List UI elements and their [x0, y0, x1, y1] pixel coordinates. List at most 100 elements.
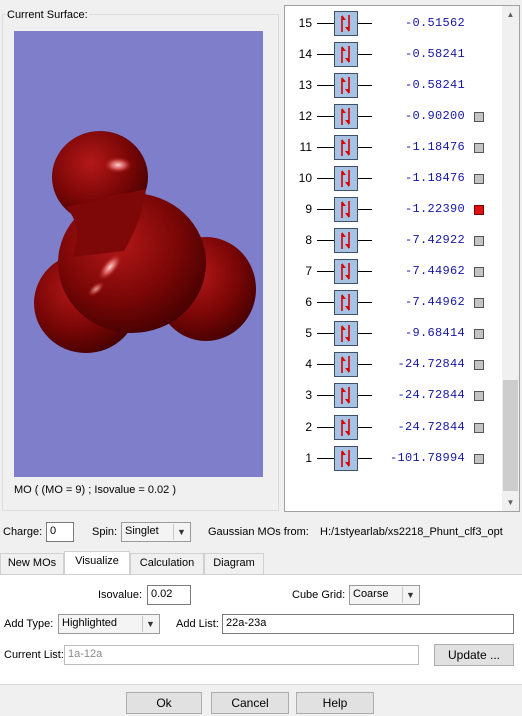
electron-pair-icon [334, 445, 358, 471]
electron-pair-icon [334, 166, 358, 192]
mo-energy-value: -101.78994 [389, 450, 465, 465]
mo-energy-value: -1.18476 [404, 171, 465, 186]
mo-number: 14 [298, 47, 312, 62]
isovalue-label: Isovalue: [98, 589, 143, 601]
electron-pair-icon [334, 197, 358, 223]
electron-pair-icon [334, 352, 358, 378]
isosurface-lobes [34, 131, 256, 353]
mo-energy-value: -7.44962 [404, 295, 465, 310]
mo-number: 15 [298, 16, 312, 30]
help-button[interactable]: Help [296, 692, 374, 714]
current-list-label: Current List: [4, 649, 64, 661]
mo-energy-value: -0.51562 [404, 16, 465, 30]
mo-row[interactable]: 13 -0.58241 [285, 71, 503, 102]
add-list-label: Add List: [176, 618, 219, 630]
add-list-field[interactable]: 22a-23a [222, 614, 514, 634]
mo-energy-value: -9.68414 [404, 326, 465, 341]
tab-visualize[interactable]: Visualize [64, 551, 130, 575]
electron-pair-icon [334, 42, 358, 68]
mo-select-checkbox[interactable] [474, 360, 484, 371]
cube-grid-select[interactable]: Coarse ▼ [349, 585, 420, 605]
mo-number: 1 [305, 450, 312, 465]
mo-select-checkbox[interactable] [474, 329, 484, 340]
mo-number: 7 [305, 264, 312, 279]
add-type-select[interactable]: Highlighted ▼ [58, 614, 160, 634]
electron-pair-icon [334, 73, 358, 99]
surface-view[interactable] [14, 31, 263, 477]
isovalue-field[interactable]: 0.02 [147, 585, 191, 605]
mo-number: 6 [305, 295, 312, 310]
mo-number: 12 [298, 109, 312, 124]
electron-pair-icon [334, 414, 358, 440]
mo-row[interactable]: 9 -1.22390 [285, 195, 503, 226]
tab-calculation[interactable]: Calculation [130, 553, 204, 574]
mo-select-checkbox[interactable] [474, 143, 484, 154]
chevron-down-icon: ▼ [402, 587, 418, 603]
mo-row[interactable]: 4 -24.72844 [285, 350, 503, 381]
mo-row[interactable]: 12 -0.90200 [285, 102, 503, 133]
add-type-value: Highlighted [62, 617, 118, 629]
source-path: H:/1styearlab/xs2218_Phunt_clf3_opt [320, 526, 503, 538]
mo-number: 10 [298, 171, 312, 186]
mo-select-checkbox[interactable] [474, 391, 484, 402]
mo-select-checkbox[interactable] [474, 453, 484, 464]
tab-diagram[interactable]: Diagram [204, 553, 264, 574]
mo-energy-value: -7.44962 [404, 264, 465, 279]
mo-select-checkbox[interactable] [474, 236, 484, 247]
mo-list-scrollbar[interactable]: ▲ ▼ [502, 6, 519, 511]
cube-grid-value: Coarse [353, 588, 389, 600]
mo-energy-value: -0.58241 [404, 47, 465, 62]
electron-pair-icon [334, 383, 358, 409]
mo-row[interactable]: 3 -24.72844 [285, 381, 503, 412]
electron-pair-icon [334, 321, 358, 347]
chevron-down-icon: ▼ [142, 616, 158, 632]
mo-row[interactable]: 5 -9.68414 [285, 319, 503, 350]
charge-field[interactable]: 0 [46, 522, 74, 542]
mo-number: 4 [305, 357, 312, 372]
ok-button[interactable]: Ok [126, 692, 202, 714]
mo-row[interactable]: 6 -7.44962 [285, 288, 503, 319]
spin-label: Spin: [92, 526, 118, 538]
tab-new-mos[interactable]: New MOs [0, 553, 64, 574]
mo-select-checkbox[interactable] [474, 174, 484, 185]
mo-row[interactable]: 11 -1.18476 [285, 133, 503, 164]
mo-select-checkbox[interactable] [474, 298, 484, 309]
charge-label: Charge: [3, 526, 43, 538]
mo-number: 8 [305, 233, 312, 248]
scroll-up-icon[interactable]: ▲ [502, 6, 519, 23]
mo-select-checkbox[interactable] [474, 112, 484, 123]
current-surface-label: Current Surface: [6, 9, 89, 21]
spin-select[interactable]: Singlet ▼ [121, 522, 191, 542]
mo-row[interactable]: 7 -7.44962 [285, 257, 503, 288]
chevron-down-icon: ▼ [173, 524, 189, 540]
mo-number: 13 [298, 78, 312, 93]
mo-energy-value: -0.58241 [404, 78, 465, 93]
electron-pair-icon [334, 11, 358, 36]
mo-energy-value: -0.90200 [404, 109, 465, 124]
mo-row[interactable]: 1 -101.78994 [285, 444, 503, 475]
electron-pair-icon [334, 228, 358, 254]
surface-caption: MO ( (MO = 9) ; Isovalue = 0.02 ) [14, 484, 176, 496]
scroll-down-icon[interactable]: ▼ [502, 494, 519, 511]
mo-isosurface [34, 131, 256, 353]
mo-number: 2 [305, 419, 312, 434]
update-button[interactable]: Update ... [434, 644, 514, 666]
mo-select-checkbox-active[interactable] [474, 205, 484, 216]
mo-energy-value: -1.22390 [404, 202, 465, 217]
mo-number: 5 [305, 326, 312, 341]
mo-row[interactable]: 14 -0.58241 [285, 40, 503, 71]
mo-select-checkbox[interactable] [474, 422, 484, 433]
mo-row[interactable]: 2 -24.72844 [285, 413, 503, 444]
current-list-field: 1a-12a [64, 645, 419, 665]
mo-list-scroll-thumb[interactable] [503, 380, 518, 491]
mo-energy-value: -7.42922 [404, 233, 465, 248]
cancel-button[interactable]: Cancel [211, 692, 289, 714]
mo-select-checkbox[interactable] [474, 267, 484, 278]
mo-energy-list[interactable]: 15 -0.51562 14 -0.58241 13 -0.58241 12 -0.90200… [284, 5, 520, 512]
mo-row[interactable]: 15 -0.51562 [285, 9, 503, 40]
electron-pair-icon [334, 104, 358, 130]
mo-row[interactable]: 8 -7.42922 [285, 226, 503, 257]
mo-row[interactable]: 10 -1.18476 [285, 164, 503, 195]
mo-number: 11 [299, 140, 312, 155]
spin-select-value: Singlet [125, 525, 159, 537]
